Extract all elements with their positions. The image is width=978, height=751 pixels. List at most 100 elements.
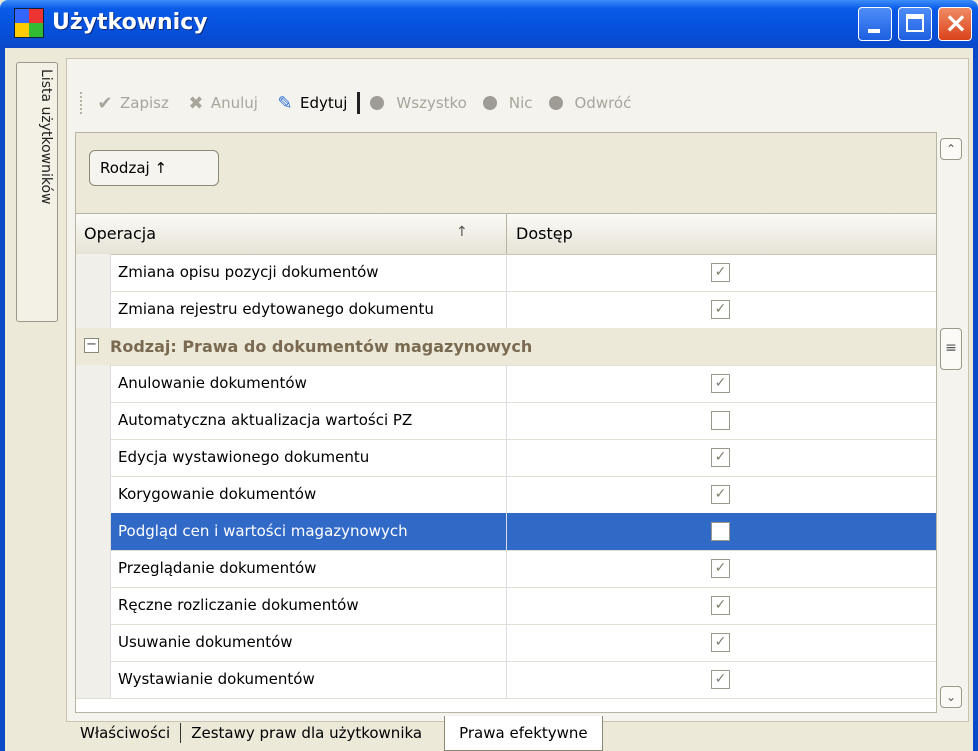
access-checkbox[interactable]: ✓ <box>711 559 730 578</box>
save-label: Zapisz <box>120 94 169 112</box>
row-indent <box>76 402 111 439</box>
cell-divider <box>506 513 507 550</box>
minimize-icon <box>868 29 880 33</box>
collapse-toggle-icon[interactable]: − <box>84 338 99 353</box>
row-name: Ręczne rozliczanie dokumentów <box>118 596 359 614</box>
access-checkbox[interactable]: ✓ <box>711 374 730 393</box>
bottom-tab-bar: Właściwości Zestawy praw dla użytkownika… <box>70 715 603 751</box>
toolbar: ✔ Zapisz ✖ Anuluj ✎ Edytuj Wszystko Nic … <box>80 88 647 118</box>
title-bar[interactable]: Użytkownicy × <box>0 0 978 48</box>
access-checkbox[interactable] <box>711 411 730 430</box>
tab-effective-rights[interactable]: Prawa efektywne <box>444 715 603 751</box>
row-name: Edycja wystawionego dokumentu <box>118 448 370 466</box>
table-row[interactable]: Korygowanie dokumentów ✓ <box>76 476 936 514</box>
sort-arrow-icon: ↑ <box>456 224 468 240</box>
cell-divider <box>506 476 507 513</box>
row-name: Automatyczna aktualizacja wartości PZ <box>118 411 413 429</box>
column-header-operation[interactable]: Operacja <box>84 224 156 243</box>
toolbar-grip[interactable] <box>80 92 86 114</box>
table-row[interactable]: Wystawianie dokumentów ✓ <box>76 661 936 699</box>
scroll-thumb[interactable]: ≡ <box>940 328 962 370</box>
table-row[interactable]: Edycja wystawionego dokumentu ✓ <box>76 439 936 477</box>
row-name: Zmiana opisu pozycji dokumentów <box>118 263 379 281</box>
table-row[interactable]: Anulowanie dokumentów ✓ <box>76 365 936 403</box>
select-all-button[interactable]: Wszystko <box>370 94 467 112</box>
group-by-area: Rodzaj ↑ <box>76 133 936 213</box>
select-all-label: Wszystko <box>396 94 467 112</box>
table-row[interactable]: Zmiana opisu pozycji dokumentów ✓ <box>76 254 936 292</box>
row-indent <box>76 439 111 476</box>
row-indent <box>76 291 111 328</box>
table-row[interactable]: Usuwanie dokumentów ✓ <box>76 624 936 662</box>
pencil-icon: ✎ <box>277 92 293 114</box>
invert-label: Odwróć <box>574 94 632 112</box>
access-checkbox[interactable]: ✓ <box>711 633 730 652</box>
access-checkbox[interactable]: ✓ <box>711 263 730 282</box>
row-indent <box>76 661 111 698</box>
access-checkbox[interactable] <box>711 522 730 541</box>
cell-divider <box>506 661 507 698</box>
cancel-button[interactable]: ✖ Anuluj <box>185 93 258 114</box>
table-row[interactable]: Zmiana rejestru edytowanego dokumentu ✓ <box>76 291 936 329</box>
table-row-selected[interactable]: Podgląd cen i wartości magazynowych <box>76 513 936 551</box>
access-checkbox[interactable]: ✓ <box>711 670 730 689</box>
window-frame-right <box>973 48 978 751</box>
radio-dot-icon <box>548 96 563 110</box>
scroll-up-icon[interactable]: ⌃ <box>940 138 962 160</box>
tab-properties[interactable]: Właściwości <box>70 718 180 748</box>
row-name: Podgląd cen i wartości magazynowych <box>118 522 408 540</box>
table-row[interactable]: Automatyczna aktualizacja wartości PZ <box>76 402 936 440</box>
radio-dot-icon <box>370 96 385 110</box>
row-indent <box>76 476 111 513</box>
cross-icon: ✖ <box>188 92 204 114</box>
close-icon: × <box>944 6 968 39</box>
table-row[interactable]: Ręczne rozliczanie dokumentów ✓ <box>76 587 936 625</box>
cell-divider <box>506 291 507 328</box>
maximize-icon <box>906 14 924 32</box>
grid-header: Operacja ↑ Dostęp <box>76 213 936 255</box>
edit-button[interactable]: ✎ Edytuj <box>274 93 347 114</box>
access-checkbox[interactable]: ✓ <box>711 300 730 319</box>
scroll-down-icon[interactable]: ⌄ <box>940 686 962 708</box>
access-checkbox[interactable]: ✓ <box>711 485 730 504</box>
access-checkbox[interactable]: ✓ <box>711 448 730 467</box>
row-name: Usuwanie dokumentów <box>118 633 293 651</box>
maximize-button[interactable] <box>898 7 932 41</box>
table-row[interactable]: Przeglądanie dokumentów ✓ <box>76 550 936 588</box>
rights-grid: Rodzaj ↑ Operacja ↑ Dostęp Zmiana opisu … <box>75 132 937 713</box>
tab-rights-sets[interactable]: Zestawy praw dla użytkownika <box>181 718 432 748</box>
row-indent <box>76 587 111 624</box>
group-title: Rodzaj: Prawa do dokumentów magazynowych <box>110 337 533 356</box>
toolbar-separator <box>357 92 361 114</box>
app-icon <box>14 8 44 38</box>
close-button[interactable]: × <box>938 6 972 41</box>
select-none-button[interactable]: Nic <box>482 94 533 112</box>
save-button[interactable]: ✔ Zapisz <box>94 93 169 114</box>
row-indent <box>76 254 111 291</box>
vertical-scrollbar[interactable]: ⌃ ≡ ⌄ <box>937 132 965 713</box>
cell-divider <box>506 624 507 661</box>
row-indent <box>76 365 111 402</box>
row-indent <box>76 513 111 550</box>
minimize-button[interactable] <box>858 7 892 41</box>
row-name: Anulowanie dokumentów <box>118 374 307 392</box>
cell-divider <box>506 550 507 587</box>
side-tab-label: Lista użytkowników <box>38 69 54 205</box>
invert-selection-button[interactable]: Odwróć <box>548 94 632 112</box>
window-title: Użytkownicy <box>52 10 208 35</box>
column-divider[interactable] <box>506 214 507 254</box>
window-frame-left <box>0 48 5 751</box>
row-name: Przeglądanie dokumentów <box>118 559 317 577</box>
users-window: Użytkownicy × Lista użytkowników ✔ Zapis… <box>0 0 978 751</box>
group-row[interactable]: − Rodzaj: Prawa do dokumentów magazynowy… <box>76 328 936 366</box>
cell-divider <box>506 439 507 476</box>
select-none-label: Nic <box>508 94 533 112</box>
group-by-rodzaj-button[interactable]: Rodzaj ↑ <box>89 150 219 186</box>
cancel-label: Anuluj <box>210 94 258 112</box>
cell-divider <box>506 365 507 402</box>
access-checkbox[interactable]: ✓ <box>711 596 730 615</box>
column-header-access[interactable]: Dostęp <box>516 224 573 243</box>
row-name: Zmiana rejestru edytowanego dokumentu <box>118 300 434 318</box>
side-tab-user-list[interactable]: Lista użytkowników <box>16 62 58 322</box>
cell-divider <box>506 254 507 291</box>
